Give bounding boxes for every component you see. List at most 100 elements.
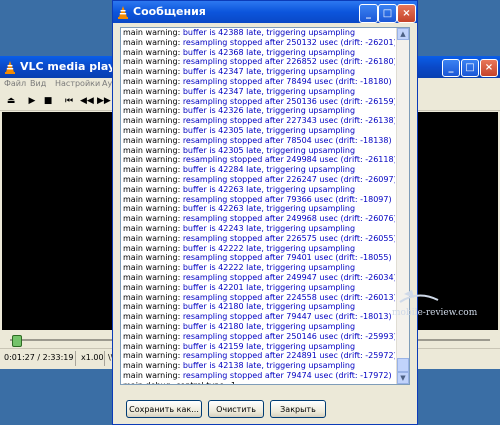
log-message: resampling stopped after 249947 usec (dr… bbox=[182, 272, 395, 282]
log-prefix: main warning: bbox=[123, 272, 183, 282]
log-message: buffer is 42305 late, triggering upsampl… bbox=[182, 125, 356, 135]
log-prefix: main warning: bbox=[123, 57, 183, 67]
log-message: buffer is 42180 late, triggering upsampl… bbox=[182, 321, 356, 331]
log-line: main warning: buffer is 42243 late, trig… bbox=[123, 224, 395, 234]
log-message: buffer is 42222 late, triggering upsampl… bbox=[182, 243, 356, 253]
log-message: buffer is 42305 late, triggering upsampl… bbox=[182, 145, 356, 155]
log-prefix: main warning: bbox=[123, 312, 183, 322]
log-prefix: main warning: bbox=[123, 223, 183, 233]
clear-button[interactable]: Очистить bbox=[208, 400, 264, 418]
menu-file[interactable]: Файл bbox=[4, 79, 26, 88]
log-prefix: main warning: bbox=[123, 194, 183, 204]
log-prefix: main warning: bbox=[123, 243, 183, 253]
log-prefix: main warning: bbox=[123, 253, 183, 263]
close-icon[interactable]: × bbox=[397, 4, 416, 23]
log-line: main warning: buffer is 42222 late, trig… bbox=[123, 263, 395, 273]
log-line: main warning: buffer is 42222 late, trig… bbox=[123, 244, 395, 254]
log-line: main warning: resampling stopped after 7… bbox=[123, 136, 395, 146]
log-message: resampling stopped after 226575 usec (dr… bbox=[182, 233, 395, 243]
log-line: main warning: resampling stopped after 7… bbox=[123, 371, 395, 381]
eject-icon[interactable]: ⏏ bbox=[5, 95, 17, 107]
log-line: main warning: resampling stopped after 2… bbox=[123, 97, 395, 107]
maximize-button[interactable]: □ bbox=[378, 4, 397, 23]
log-prefix: main warning: bbox=[123, 174, 183, 184]
stop-icon[interactable]: ■ bbox=[42, 95, 54, 107]
log-line: main warning: buffer is 42347 late, trig… bbox=[123, 87, 395, 97]
speed-display: x1.00 bbox=[81, 353, 104, 362]
close-button[interactable]: Закрыть bbox=[270, 400, 326, 418]
scroll-down-icon[interactable]: ▼ bbox=[397, 372, 409, 384]
log-line: main warning: resampling stopped after 2… bbox=[123, 273, 395, 283]
log-message: buffer is 42159 late, triggering upsampl… bbox=[182, 341, 356, 351]
log-line: main warning: resampling stopped after 2… bbox=[123, 351, 395, 361]
log-prefix: main warning: bbox=[123, 37, 183, 47]
log-line: main warning: buffer is 42180 late, trig… bbox=[123, 322, 395, 332]
log-message: buffer is 42222 late, triggering upsampl… bbox=[182, 263, 356, 273]
menu-audio[interactable]: Ау bbox=[102, 79, 112, 88]
dialog-title-bar[interactable]: Сообщения _ □ × bbox=[113, 1, 417, 23]
log-message: resampling stopped after 224558 usec (dr… bbox=[182, 292, 395, 302]
log-line: main warning: resampling stopped after 2… bbox=[123, 57, 395, 67]
log-message: resampling stopped after 78494 usec (dri… bbox=[182, 76, 392, 86]
log-line: main warning: buffer is 42305 late, trig… bbox=[123, 126, 395, 136]
log-prefix: main warning: bbox=[123, 282, 183, 292]
prev-icon[interactable]: ⏮ bbox=[63, 95, 75, 107]
log-prefix: main warning: bbox=[123, 28, 183, 37]
play-icon[interactable]: ▶ bbox=[26, 95, 38, 107]
log-message: resampling stopped after 79447 usec (dri… bbox=[182, 312, 392, 322]
log-line: main warning: buffer is 42201 late, trig… bbox=[123, 283, 395, 293]
log-prefix: main warning: bbox=[123, 214, 183, 224]
watermark-text: mobile-review.com bbox=[392, 308, 478, 318]
status-divider bbox=[104, 351, 105, 366]
log-lines: main warning: buffer is 42388 late, trig… bbox=[123, 28, 395, 384]
log-message: resampling stopped after 79366 usec (dri… bbox=[182, 194, 392, 204]
log-prefix: main warning: bbox=[123, 67, 183, 77]
rewind-icon[interactable]: ◀◀ bbox=[80, 95, 94, 107]
log-message: resampling stopped after 250136 usec (dr… bbox=[182, 96, 395, 106]
message-log[interactable]: main warning: buffer is 42388 late, trig… bbox=[120, 27, 410, 385]
log-line: main warning: resampling stopped after 7… bbox=[123, 77, 395, 87]
vlc-cone-icon bbox=[5, 61, 15, 74]
log-line: main warning: resampling stopped after 2… bbox=[123, 175, 395, 185]
log-line: main warning: resampling stopped after 2… bbox=[123, 332, 395, 342]
forward-icon[interactable]: ▶▶ bbox=[97, 95, 111, 107]
time-display: 0:01:27 / 2:33:19 bbox=[4, 353, 74, 362]
log-prefix: main warning: bbox=[123, 96, 183, 106]
log-line: main warning: buffer is 42347 late, trig… bbox=[123, 67, 395, 77]
vlc-maximize-button[interactable]: □ bbox=[461, 59, 479, 77]
messages-dialog: Сообщения _ □ × main warning: buffer is … bbox=[112, 0, 418, 425]
log-line: main warning: resampling stopped after 7… bbox=[123, 253, 395, 263]
log-line: main warning: resampling stopped after 7… bbox=[123, 195, 395, 205]
log-message: buffer is 42201 late, triggering upsampl… bbox=[182, 282, 356, 292]
log-prefix: main warning: bbox=[123, 135, 183, 145]
log-prefix: main warning: bbox=[123, 292, 183, 302]
log-message: buffer is 42368 late, triggering upsampl… bbox=[182, 47, 356, 57]
seek-thumb[interactable] bbox=[12, 335, 22, 347]
log-prefix: main warning: bbox=[123, 155, 183, 165]
log-message: resampling stopped after 226852 usec (dr… bbox=[182, 57, 395, 67]
log-line: main warning: resampling stopped after 2… bbox=[123, 155, 395, 165]
menu-view[interactable]: Вид bbox=[30, 79, 46, 88]
log-scrollbar[interactable]: ▲ ▼ bbox=[396, 28, 409, 384]
minimize-button[interactable]: _ bbox=[359, 4, 378, 23]
log-line: main debug: control type=1 bbox=[123, 381, 395, 384]
log-prefix: main warning: bbox=[123, 204, 183, 214]
scroll-thumb[interactable] bbox=[397, 358, 409, 372]
log-line: main warning: resampling stopped after 2… bbox=[123, 38, 395, 48]
log-line: main warning: buffer is 42388 late, trig… bbox=[123, 28, 395, 38]
log-prefix: main warning: bbox=[123, 302, 183, 312]
vlc-close-button[interactable]: × bbox=[480, 59, 498, 77]
log-prefix: main warning: bbox=[123, 184, 183, 194]
scroll-up-icon[interactable]: ▲ bbox=[397, 28, 409, 40]
vlc-minimize-button[interactable]: _ bbox=[442, 59, 460, 77]
log-prefix: main warning: bbox=[123, 331, 183, 341]
vlc-cone-icon bbox=[118, 6, 128, 19]
log-message: resampling stopped after 79474 usec (dri… bbox=[182, 370, 392, 380]
log-line: main warning: resampling stopped after 7… bbox=[123, 312, 395, 322]
log-line: main warning: buffer is 42263 late, trig… bbox=[123, 185, 395, 195]
log-message: buffer is 42347 late, triggering upsampl… bbox=[182, 86, 356, 96]
save-as-button[interactable]: Сохранить как... bbox=[126, 400, 202, 418]
menu-settings[interactable]: Настройки bbox=[55, 79, 100, 88]
log-line: main warning: resampling stopped after 2… bbox=[123, 293, 395, 303]
log-message: buffer is 42180 late, triggering upsampl… bbox=[182, 302, 356, 312]
